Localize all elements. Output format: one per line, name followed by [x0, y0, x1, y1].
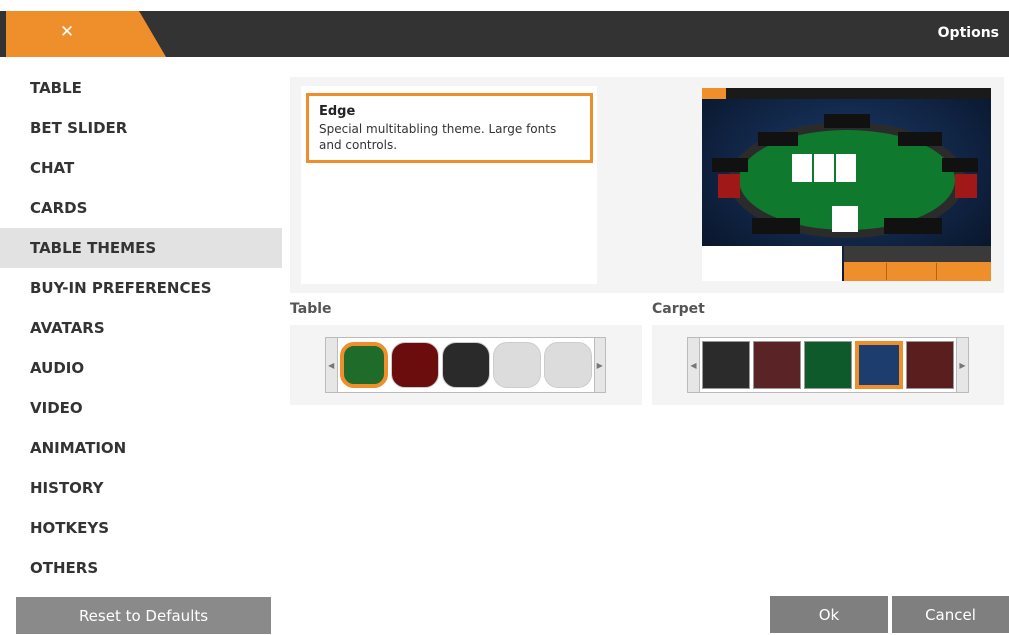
sidebar-item-label: AUDIO [30, 359, 85, 377]
table-swatch-green[interactable] [339, 342, 388, 388]
sidebar-item-cards[interactable]: CARDS [0, 188, 282, 228]
sidebar-item-chat[interactable]: CHAT [0, 148, 282, 188]
sidebar-item-label: TABLE [30, 79, 82, 97]
carpet-swatch-list [700, 341, 956, 389]
table-picker-label: Table [290, 301, 332, 317]
sidebar-item-buy-in-preferences[interactable]: BUY-IN PREFERENCES [0, 268, 282, 308]
table-swatch-list [338, 342, 594, 388]
carpet-color-picker: ◀ ▶ [687, 337, 969, 393]
sidebar-item-others[interactable]: OTHERS [0, 548, 282, 588]
sidebar-item-table[interactable]: TABLE [0, 68, 282, 108]
sidebar-item-history[interactable]: HISTORY [0, 468, 282, 508]
sidebar-item-label: BUY-IN PREFERENCES [30, 279, 212, 297]
header-bar: ✕ Options [0, 11, 1009, 57]
table-scroll-left-arrow[interactable]: ◀ [326, 338, 338, 392]
carpet-swatch-green[interactable] [804, 341, 852, 389]
sidebar-item-audio[interactable]: AUDIO [0, 348, 282, 388]
sidebar-item-label: AVATARS [30, 319, 105, 337]
table-swatch-empty[interactable] [543, 342, 592, 388]
ok-button[interactable]: Ok [770, 596, 888, 633]
theme-description: Special multitabling theme. Large fonts … [319, 122, 557, 152]
sidebar-item-label: BET SLIDER [30, 119, 128, 137]
sidebar-item-label: CARDS [30, 199, 88, 217]
table-color-picker: ◀ ▶ [325, 337, 606, 393]
sidebar-item-label: CHAT [30, 159, 75, 177]
sidebar-item-table-themes[interactable]: TABLE THEMES [0, 228, 282, 268]
close-button[interactable]: ✕ [6, 11, 166, 57]
sidebar-item-label: VIDEO [30, 399, 83, 417]
sidebar-item-video[interactable]: VIDEO [0, 388, 282, 428]
sidebar-item-label: HOTKEYS [30, 519, 110, 537]
table-swatch-empty[interactable] [492, 342, 541, 388]
carpet-picker-label: Carpet [652, 301, 705, 317]
carpet-swatch-blue[interactable] [855, 341, 903, 389]
sidebar-item-bet-slider[interactable]: BET SLIDER [0, 108, 282, 148]
carpet-swatch-maroon[interactable] [753, 341, 801, 389]
poker-table-preview-graphic [702, 88, 991, 281]
theme-name: Edge [319, 104, 356, 119]
reset-to-defaults-button[interactable]: Reset to Defaults [16, 597, 271, 634]
options-window: ✕ Options TABLE BET SLIDER CHAT CARDS TA… [0, 0, 1009, 635]
sidebar-item-label: ANIMATION [30, 439, 127, 457]
sidebar-item-label: TABLE THEMES [30, 239, 157, 257]
carpet-swatch-black[interactable] [702, 341, 750, 389]
carpet-scroll-left-arrow[interactable]: ◀ [688, 338, 700, 392]
sidebar-item-animation[interactable]: ANIMATION [0, 428, 282, 468]
table-swatch-red[interactable] [390, 342, 439, 388]
sidebar-item-label: HISTORY [30, 479, 104, 497]
sidebar: TABLE BET SLIDER CHAT CARDS TABLE THEMES… [0, 68, 282, 588]
sidebar-item-hotkeys[interactable]: HOTKEYS [0, 508, 282, 548]
theme-preview-image [702, 88, 991, 281]
close-icon: ✕ [59, 22, 75, 42]
table-scroll-right-arrow[interactable]: ▶ [593, 338, 605, 392]
sidebar-item-avatars[interactable]: AVATARS [0, 308, 282, 348]
window-title: Options [937, 25, 999, 41]
carpet-scroll-right-arrow[interactable]: ▶ [956, 338, 968, 392]
sidebar-item-label: OTHERS [30, 559, 99, 577]
cancel-button[interactable]: Cancel [892, 596, 1009, 633]
table-swatch-black[interactable] [441, 342, 490, 388]
carpet-swatch-red-pattern[interactable] [906, 341, 954, 389]
theme-card-edge[interactable]: Edge Special multitabling theme. Large f… [306, 93, 593, 163]
